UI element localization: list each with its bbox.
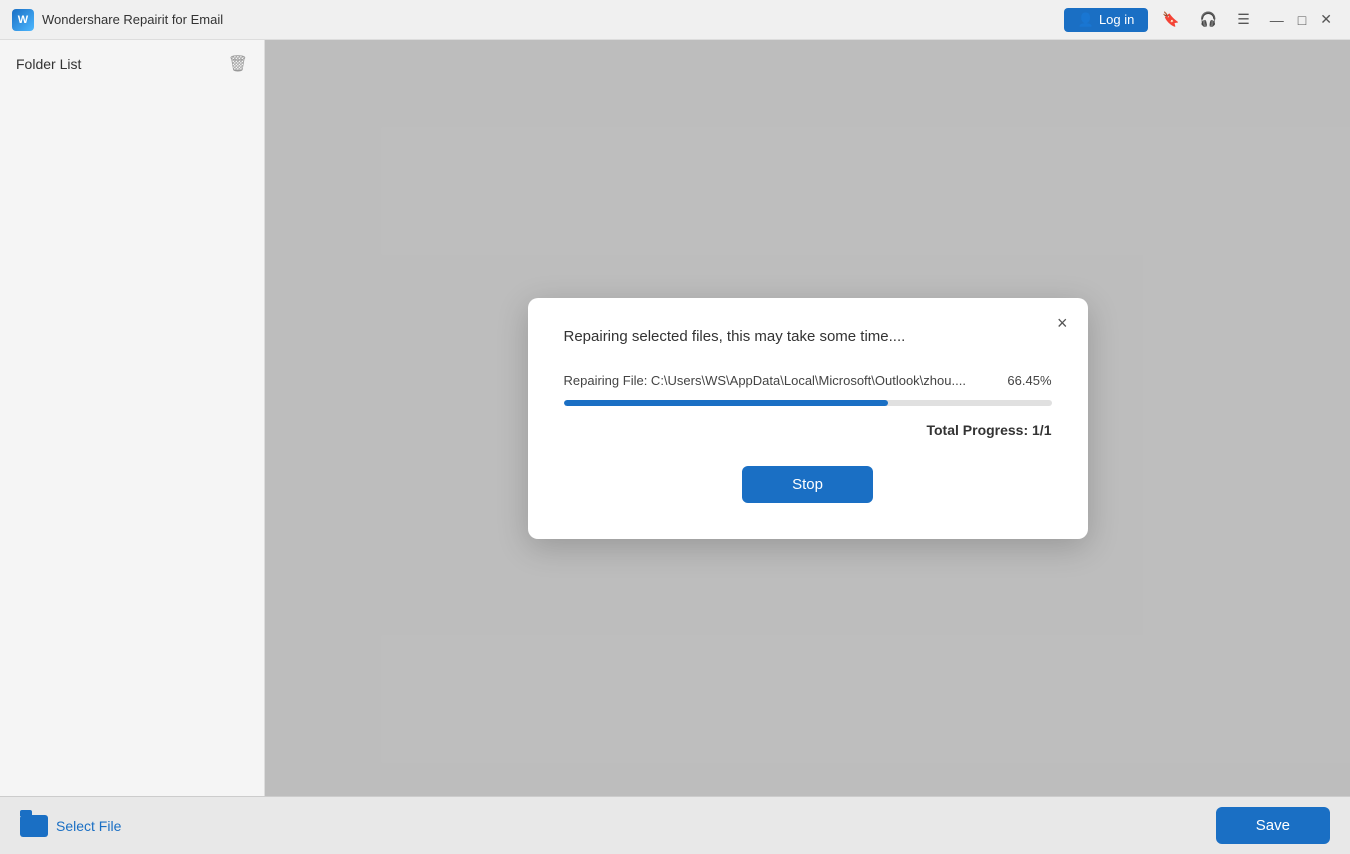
sidebar-header: Folder List 🗑 [16, 54, 248, 74]
title-bar-left: W Wondershare Repairit for Email [12, 9, 223, 31]
sidebar-title: Folder List [16, 56, 81, 72]
main-layout: Folder List 🗑 × Repairing selected files… [0, 40, 1350, 796]
folder-icon [20, 815, 48, 837]
menu-icon-button[interactable]: ☰ [1231, 7, 1256, 32]
bottom-bar: Select File Save [0, 796, 1350, 854]
dialog-message: Repairing selected files, this may take … [564, 328, 1052, 345]
bookmark-icon-button[interactable]: 🔖 [1156, 7, 1185, 32]
user-icon: 👤 [1078, 12, 1094, 28]
title-bar-right: 👤 Log in 🔖 🎧 ☰ — □ ✕ [1064, 7, 1338, 32]
file-label: Repairing File: C:\Users\WS\AppData\Loca… [564, 373, 996, 388]
window-controls: — □ ✕ [1264, 7, 1338, 32]
minimize-button[interactable]: — [1264, 8, 1290, 32]
select-file-label: Select File [56, 818, 121, 834]
title-bar: W Wondershare Repairit for Email 👤 Log i… [0, 0, 1350, 40]
stop-button[interactable]: Stop [742, 466, 873, 503]
select-file-button[interactable]: Select File [20, 815, 121, 837]
total-progress-label: Total Progress: 1/1 [564, 422, 1052, 438]
main-content: × Repairing selected files, this may tak… [265, 40, 1350, 796]
dialog-close-button[interactable]: × [1053, 312, 1072, 334]
sidebar: Folder List 🗑 [0, 40, 265, 796]
login-button[interactable]: 👤 Log in [1064, 8, 1149, 32]
headset-icon-button[interactable]: 🎧 [1194, 7, 1223, 32]
maximize-button[interactable]: □ [1292, 8, 1312, 32]
dialog-footer: Stop [564, 466, 1052, 503]
progress-bar-background [564, 400, 1052, 406]
repair-dialog: × Repairing selected files, this may tak… [528, 298, 1088, 539]
app-icon: W [12, 9, 34, 31]
trash-icon[interactable]: 🗑 [228, 54, 248, 74]
progress-bar-fill [564, 400, 888, 406]
file-percent: 66.45% [1007, 373, 1051, 388]
file-progress-row: Repairing File: C:\Users\WS\AppData\Loca… [564, 373, 1052, 388]
close-button[interactable]: ✕ [1314, 7, 1338, 32]
app-title: Wondershare Repairit for Email [42, 12, 223, 27]
save-button[interactable]: Save [1216, 807, 1330, 844]
modal-overlay: × Repairing selected files, this may tak… [265, 40, 1350, 796]
